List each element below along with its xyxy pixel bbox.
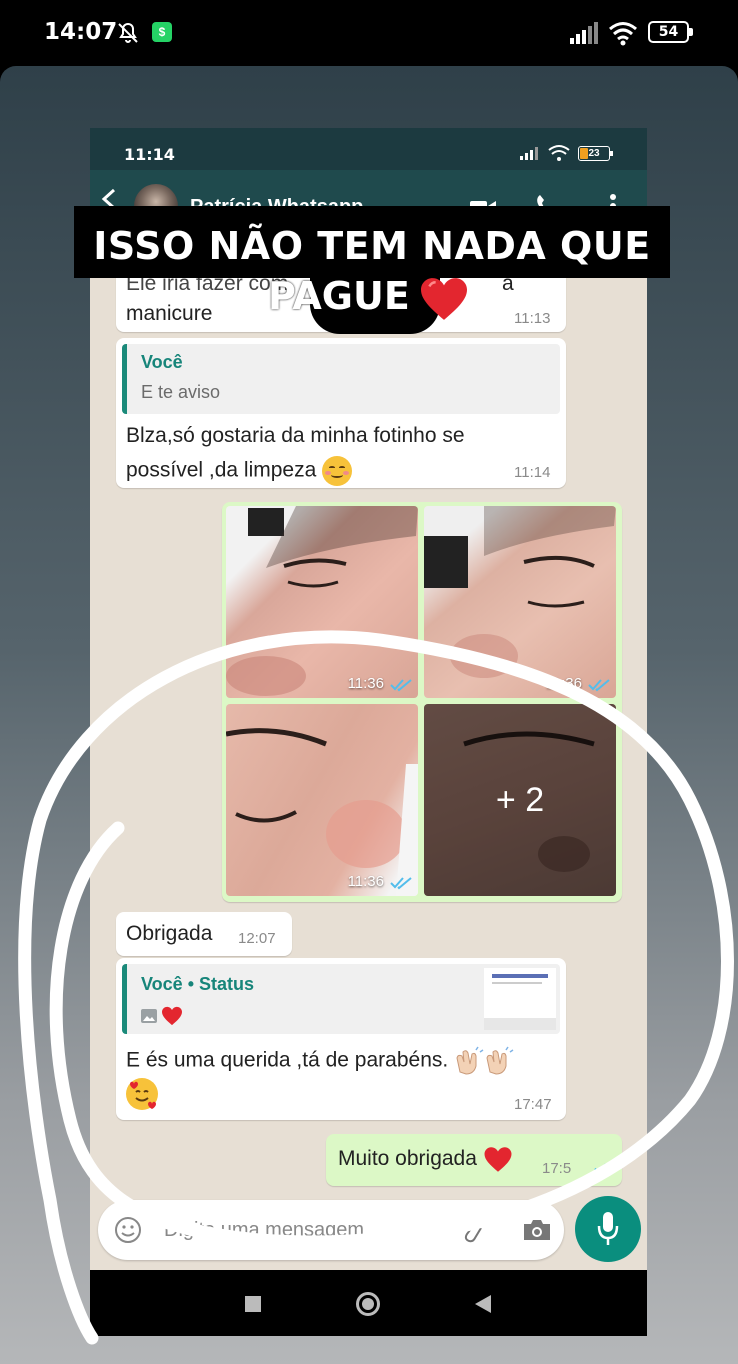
smiling-face-emoji xyxy=(322,456,353,486)
status-time: 14:07 xyxy=(44,19,118,45)
photo-content xyxy=(424,506,616,678)
recent-apps-button[interactable] xyxy=(245,1296,261,1312)
incoming-message[interactable]: Você • Status E és uma querida ,tá de pa… xyxy=(116,958,566,1120)
message-input[interactable]: Digite uma mensagem xyxy=(164,1219,364,1242)
microphone-icon xyxy=(597,1212,619,1245)
message-text: Muito obrigada xyxy=(338,1146,513,1173)
inner-signal-icon xyxy=(520,147,538,160)
photo-thumbnail-more[interactable]: + 2 xyxy=(424,704,616,896)
message-text: Obrigada xyxy=(126,922,213,945)
message-text: E és uma querida ,tá de parabéns. xyxy=(126,1046,514,1076)
heart-icon xyxy=(421,278,467,320)
incoming-message[interactable]: Obrigada 12:07 xyxy=(116,912,292,956)
photo-content xyxy=(226,506,418,696)
smiling-hearts-emoji xyxy=(126,1078,158,1110)
hearts-icon xyxy=(130,1081,156,1109)
thumbnail-line xyxy=(492,982,542,984)
quote-author: Você xyxy=(141,352,183,372)
story-caption-line2: PAGUE xyxy=(268,274,410,318)
quoted-status[interactable]: Você • Status xyxy=(122,964,560,1034)
inner-wifi-icon xyxy=(548,145,570,161)
emoji-icon[interactable] xyxy=(114,1216,142,1244)
message-time: 17:47 xyxy=(514,1096,552,1113)
photo-time: 11:36 xyxy=(347,675,384,692)
photo-thumbnail[interactable]: 11:36 xyxy=(424,506,616,698)
photo-thumbnail[interactable]: 11:36 xyxy=(226,704,418,896)
clapping-hands-emoji xyxy=(456,1046,484,1075)
message-input-bar: Digite uma mensagem xyxy=(98,1200,564,1260)
message-time: 12:07 xyxy=(238,930,276,947)
mute-bell-icon xyxy=(118,22,138,43)
photo-time: 11:36 xyxy=(545,675,582,692)
story-caption-box: ISSO NÃO TEM NADA QUE xyxy=(74,206,670,278)
inner-status-time: 11:14 xyxy=(124,145,175,164)
read-ticks-icon xyxy=(390,877,412,890)
read-ticks-icon xyxy=(390,679,412,692)
device-status-bar: 14:07 $ 54 xyxy=(0,0,738,66)
message-time: 17:5 xyxy=(542,1160,572,1177)
photo-content xyxy=(226,728,418,896)
android-navigation-bar xyxy=(90,1270,647,1336)
incoming-message[interactable]: Você E te aviso Blza,só gostaria da minh… xyxy=(116,338,566,488)
wifi-icon xyxy=(609,22,637,46)
heart-icon xyxy=(162,1006,182,1026)
inner-status-bar: 11:14 23 xyxy=(90,128,647,170)
message-time: 11:13 xyxy=(514,310,551,327)
message-text: possível ,da limpeza xyxy=(126,456,353,486)
outgoing-message[interactable]: Muito obrigada 17:5 xyxy=(326,1134,622,1186)
battery-icon: 54 xyxy=(648,21,694,43)
message-text-line: possível ,da limpeza xyxy=(126,458,317,482)
photo-album[interactable]: 11:36 11:36 11:36 + 2 xyxy=(222,502,622,902)
photo-thumbnail[interactable]: 11:36 xyxy=(226,506,418,698)
back-triangle-icon[interactable] xyxy=(474,1294,492,1314)
message-time: 11:14 xyxy=(514,464,551,481)
signal-icon xyxy=(570,22,598,44)
quote-author: Você • Status xyxy=(141,974,255,994)
quoted-message[interactable]: Você E te aviso xyxy=(122,344,560,414)
message-text-line: E és uma querida ,tá de parabéns. xyxy=(126,1048,449,1072)
read-ticks-icon xyxy=(594,1163,614,1175)
thumbnail-bar xyxy=(492,974,548,978)
story-caption-line1: ISSO NÃO TEM NADA QUE xyxy=(93,224,651,268)
inner-battery-level: 23 xyxy=(588,148,600,159)
read-ticks-icon xyxy=(588,679,610,692)
heart-icon xyxy=(484,1147,512,1172)
more-photos-count: + 2 xyxy=(424,704,616,896)
image-icon xyxy=(141,1009,157,1023)
inner-battery-icon: 23 xyxy=(578,146,614,161)
chat-messages[interactable]: Ele iria fazer com a manicure 11:13 Você… xyxy=(90,230,647,1270)
message-text-line: Muito obrigada xyxy=(338,1147,477,1171)
camera-icon[interactable] xyxy=(522,1218,552,1242)
whatsapp-business-icon: $ xyxy=(152,22,172,42)
message-text: manicure xyxy=(126,302,213,325)
status-thumbnail xyxy=(484,968,556,1030)
photo-time: 11:36 xyxy=(347,873,384,890)
attach-icon[interactable] xyxy=(460,1216,484,1244)
home-button[interactable] xyxy=(356,1292,380,1316)
quote-text: E te aviso xyxy=(141,382,221,402)
clapping-hands-emoji xyxy=(486,1046,514,1075)
thumbnail-footer xyxy=(484,1018,556,1030)
message-text: Blza,só gostaria da minha fotinho se xyxy=(126,424,465,447)
battery-level: 54 xyxy=(658,24,679,40)
voice-record-button[interactable] xyxy=(575,1196,641,1262)
